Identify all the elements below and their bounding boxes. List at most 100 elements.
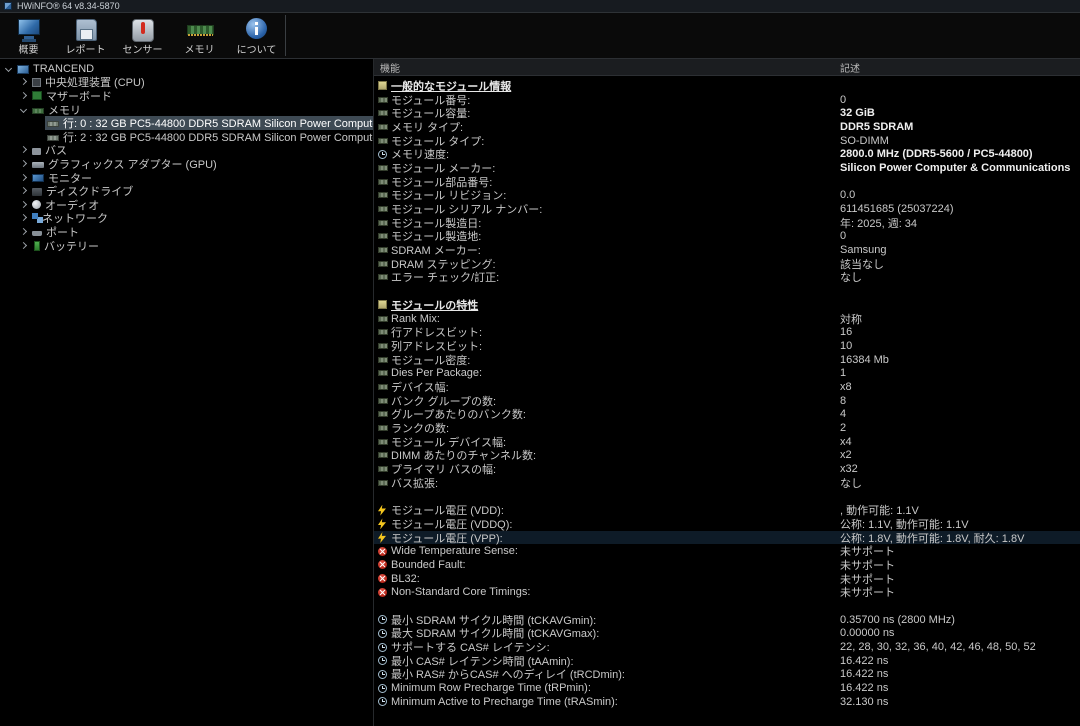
expand-arrow-icon[interactable] <box>19 213 29 223</box>
collapse-arrow-icon[interactable] <box>19 105 29 115</box>
expand-arrow-icon[interactable] <box>19 200 29 210</box>
detail-row[interactable]: 最小 RAS# からCAS# へのディレイ (tRCDmin):16.422 n… <box>374 668 1080 682</box>
toolbar-button-memory[interactable]: メモリ <box>171 13 228 58</box>
sidebar-item-cpu[interactable]: 中央処理装置 (CPU) <box>0 76 373 90</box>
detail-icon-wrap <box>378 124 391 130</box>
detail-label: Rank Mix: <box>391 313 840 325</box>
toolbar-button-report[interactable]: レポート <box>57 13 114 58</box>
tree-item-body: 行: 0 : 32 GB PC5-44800 DDR5 SDRAM Silico… <box>45 116 373 130</box>
sidebar-item-audio[interactable]: オーディオ <box>0 198 373 212</box>
sidebar-item-network[interactable]: ネットワーク <box>0 212 373 226</box>
expand-arrow-icon[interactable] <box>19 77 29 87</box>
detail-label: Dies Per Package: <box>391 367 840 379</box>
detail-row[interactable]: Non-Standard Core Timings:未サポート <box>374 585 1080 599</box>
ram-icon <box>378 124 388 130</box>
detail-row[interactable]: バス拡張:なし <box>374 476 1080 490</box>
detail-label: Minimum Row Precharge Time (tRPmin): <box>391 682 840 694</box>
detail-icon-wrap <box>378 480 391 486</box>
detail-value: 8 <box>840 395 1080 407</box>
detail-value: Silicon Power Computer & Communications <box>840 162 1080 174</box>
detail-icon-wrap <box>378 629 391 638</box>
detail-value: 16 <box>840 326 1080 338</box>
toolbar-button-label: メモリ <box>185 45 215 56</box>
toolbar-button-sensors[interactable]: センサー <box>114 13 171 58</box>
toolbar-button-label: センサー <box>123 45 163 56</box>
tree-item-label: TRANCEND <box>33 63 94 75</box>
sidebar-item-memory-row-2[interactable]: 行: 2 : 32 GB PC5-44800 DDR5 SDRAM Silico… <box>0 130 373 144</box>
sidebar-item-trancend[interactable]: TRANCEND <box>0 62 373 76</box>
detail-icon-wrap <box>378 150 391 159</box>
toolbar-button-about[interactable]: について <box>228 13 285 58</box>
detail-icon-wrap <box>378 439 391 445</box>
tree-item-label: マザーボード <box>46 89 112 103</box>
tree-item-body: メモリ <box>30 103 373 117</box>
expand-arrow-icon[interactable] <box>19 186 29 196</box>
expand-arrow-icon[interactable] <box>19 227 29 237</box>
detail-value: SO-DIMM <box>840 135 1080 147</box>
detail-value: 1 <box>840 367 1080 379</box>
tree-item-label: バス <box>45 144 67 158</box>
folder-icon <box>378 300 387 309</box>
detail-icon-wrap <box>378 316 391 322</box>
detail-value: 0.35700 ns (2800 MHz) <box>840 614 1080 626</box>
column-header-description[interactable]: 記述 <box>840 60 1080 75</box>
sidebar-item-disk-drives[interactable]: ディスクドライブ <box>0 184 373 198</box>
sidebar-item-memory[interactable]: メモリ <box>0 103 373 117</box>
detail-label: エラー チェック/訂正: <box>391 269 840 285</box>
ram-icon <box>378 480 388 486</box>
tree-item-body: オーディオ <box>30 198 373 212</box>
detail-value: 0 <box>840 94 1080 106</box>
expand-arrow-icon[interactable] <box>19 241 29 251</box>
toolbar-button-overview[interactable]: 概要 <box>0 13 57 58</box>
detail-label: Non-Standard Core Timings: <box>391 586 840 598</box>
tree-item-body: グラフィックス アダプター (GPU) <box>30 157 373 171</box>
detail-label: 最小 RAS# からCAS# へのディレイ (tRCDmin): <box>391 666 840 682</box>
tree-item-body: ディスクドライブ <box>30 184 373 198</box>
detail-value: 16.422 ns <box>840 655 1080 667</box>
unsupported-icon <box>378 588 387 597</box>
sidebar-item-battery[interactable]: バッテリー <box>0 239 373 253</box>
ram-icon <box>378 220 388 226</box>
expand-arrow-icon[interactable] <box>19 159 29 169</box>
sidebar-item-ports[interactable]: ポート <box>0 225 373 239</box>
detail-label: モジュール密度: <box>391 352 840 368</box>
detail-row[interactable]: Minimum Active to Precharge Time (tRASmi… <box>374 695 1080 709</box>
cpu-icon <box>32 78 41 87</box>
computer-monitor-icon <box>15 17 43 43</box>
collapse-arrow-icon[interactable] <box>4 64 14 74</box>
detail-icon-wrap <box>378 452 391 458</box>
clock-icon <box>378 629 387 638</box>
detail-row[interactable]: モジュール密度:16384 Mb <box>374 353 1080 367</box>
detail-icon-wrap <box>378 97 391 103</box>
detail-icon-wrap <box>378 206 391 212</box>
detail-row[interactable]: Minimum Row Precharge Time (tRPmin):16.4… <box>374 681 1080 695</box>
sidebar-item-gpu[interactable]: グラフィックス アダプター (GPU) <box>0 157 373 171</box>
expand-arrow-icon[interactable] <box>19 173 29 183</box>
ram-row-icon <box>47 135 59 141</box>
tree-item-label: 行: 0 : 32 GB PC5-44800 DDR5 SDRAM Silico… <box>63 116 373 130</box>
detail-icon-wrap <box>378 370 391 376</box>
tree-item-body: 行: 2 : 32 GB PC5-44800 DDR5 SDRAM Silico… <box>45 130 373 144</box>
tree-item-label: 行: 2 : 32 GB PC5-44800 DDR5 SDRAM Silico… <box>63 130 373 144</box>
tree-item-label: ネットワーク <box>42 212 108 226</box>
detail-value: 対称 <box>840 311 1080 327</box>
tree-item-label: グラフィックス アダプター (GPU) <box>48 157 217 171</box>
detail-row[interactable]: エラー チェック/訂正:なし <box>374 271 1080 285</box>
sidebar-item-bus[interactable]: バス <box>0 144 373 158</box>
section-header-label: モジュールの特性 <box>391 297 478 313</box>
ram-icon <box>378 384 388 390</box>
sidebar-item-memory-row-0[interactable]: 行: 0 : 32 GB PC5-44800 DDR5 SDRAM Silico… <box>0 116 373 130</box>
ram-icon <box>378 398 388 404</box>
sidebar-item-motherboard[interactable]: マザーボード <box>0 89 373 103</box>
sidebar-item-monitor[interactable]: モニター <box>0 171 373 185</box>
detail-value: DDR5 SDRAM <box>840 121 1080 133</box>
detail-icon-wrap <box>378 518 391 529</box>
ram-icon <box>378 233 388 239</box>
column-header-function[interactable]: 機能 <box>374 60 840 75</box>
detail-value: なし <box>840 269 1080 285</box>
expand-arrow-icon[interactable] <box>19 145 29 155</box>
detail-icon-wrap <box>378 261 391 267</box>
expand-arrow-icon[interactable] <box>19 91 29 101</box>
detail-value: なし <box>840 475 1080 491</box>
tree-item-body: バッテリー <box>30 239 373 253</box>
